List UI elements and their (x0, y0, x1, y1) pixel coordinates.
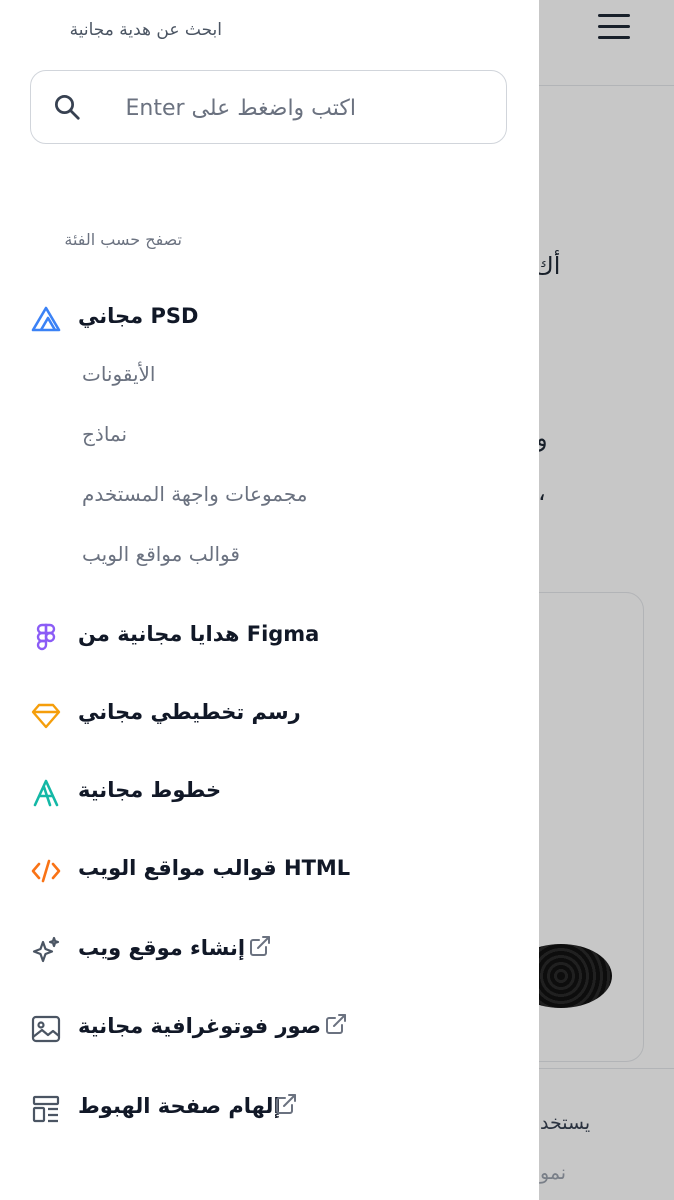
browse-by-category-label: تصفح حسب الفئة (64, 230, 182, 249)
psd-triangle-icon (31, 306, 61, 332)
image-icon (31, 1015, 61, 1043)
category-label: صور فوتوغرافية مجانية (78, 1014, 322, 1038)
sketch-diamond-icon (31, 703, 61, 729)
subcategory-website-templates[interactable]: قوالب مواقع الويب (82, 542, 240, 578)
code-icon (31, 859, 61, 883)
figma-icon (36, 623, 56, 651)
category-label: قوالب مواقع الويب HTML (78, 856, 351, 880)
category-landing-page-inspiration[interactable]: إلهام صفحة الهبوط (30, 1086, 510, 1130)
search-icon[interactable] (52, 92, 82, 122)
category-label: رسم تخطيطي مجاني (78, 700, 301, 724)
category-free-photos[interactable]: صور فوتوغرافية مجانية (30, 1006, 510, 1050)
external-link-icon (326, 1014, 346, 1034)
external-link-icon (250, 936, 270, 956)
subcategory-mockups[interactable]: نماذج (82, 422, 127, 458)
search-input[interactable] (96, 88, 356, 128)
category-label: إنشاء موقع ويب (78, 936, 246, 960)
font-a-icon (33, 779, 59, 807)
category-create-website[interactable]: إنشاء موقع ويب (30, 928, 510, 972)
category-label: مجاني PSD (78, 304, 199, 328)
subcategory-icons[interactable]: الأيقونات (82, 362, 155, 398)
category-free-fonts[interactable]: خطوط مجانية (30, 770, 510, 814)
drawer-title: ابحث عن هدية مجانية (69, 20, 222, 40)
external-link-icon (276, 1094, 296, 1114)
category-figma-freebies[interactable]: هدايا مجانية من Figma (30, 614, 510, 658)
side-drawer: ابحث عن هدية مجانية تصفح حسب الفئة مجاني… (0, 0, 539, 1200)
category-label: هدايا مجانية من Figma (78, 622, 320, 646)
category-free-psd[interactable]: مجاني PSD (30, 296, 510, 340)
category-html-templates[interactable]: قوالب مواقع الويب HTML (30, 848, 510, 892)
subcategory-ui-kits[interactable]: مجموعات واجهة المستخدم (82, 482, 308, 518)
category-free-sketch[interactable]: رسم تخطيطي مجاني (30, 692, 510, 736)
category-label: إلهام صفحة الهبوط (78, 1094, 281, 1118)
sparkles-icon (32, 936, 60, 963)
layout-icon (32, 1095, 60, 1123)
category-label: خطوط مجانية (78, 778, 222, 802)
